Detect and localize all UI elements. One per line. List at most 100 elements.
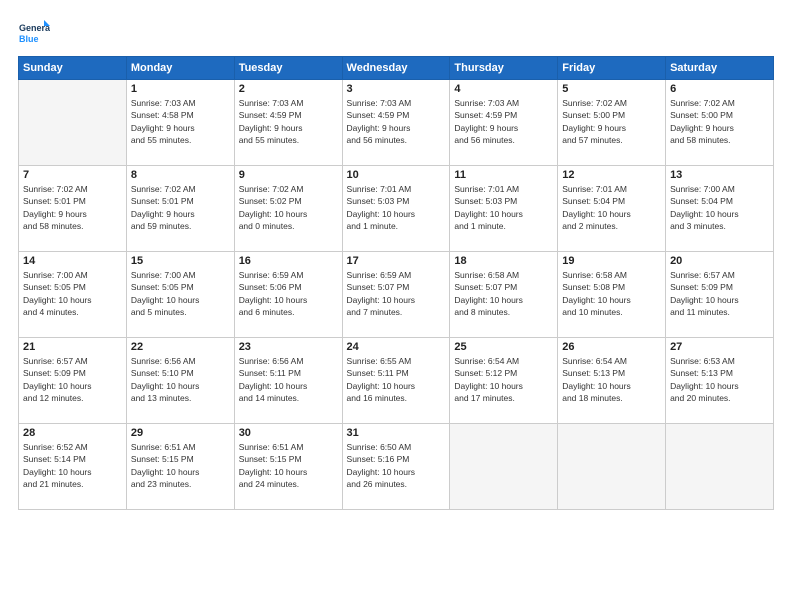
day-info: Sunrise: 6:59 AMSunset: 5:06 PMDaylight:… xyxy=(239,269,338,318)
day-info: Sunrise: 7:02 AMSunset: 5:01 PMDaylight:… xyxy=(131,183,230,232)
calendar-cell: 13 Sunrise: 7:00 AMSunset: 5:04 PMDayligh… xyxy=(666,166,774,252)
calendar-cell xyxy=(666,424,774,510)
calendar-cell: 4 Sunrise: 7:03 AMSunset: 4:59 PMDaylight… xyxy=(450,80,558,166)
calendar-cell: 29 Sunrise: 6:51 AMSunset: 5:15 PMDayligh… xyxy=(126,424,234,510)
day-number: 25 xyxy=(454,341,553,353)
logo-svg: General Blue xyxy=(18,18,50,50)
day-number: 18 xyxy=(454,255,553,267)
day-number: 22 xyxy=(131,341,230,353)
day-info: Sunrise: 6:58 AMSunset: 5:07 PMDaylight:… xyxy=(454,269,553,318)
day-number: 28 xyxy=(23,427,122,439)
calendar-cell: 10Sunrise: 7:01 AMSunset: 5:03 PMDayligh… xyxy=(342,166,450,252)
calendar-cell: 8Sunrise: 7:02 AMSunset: 5:01 PMDaylight… xyxy=(126,166,234,252)
calendar-cell: 21 Sunrise: 6:57 AMSunset: 5:09 PMDayligh… xyxy=(19,338,127,424)
calendar-week-2: 7 Sunrise: 7:02 AMSunset: 5:01 PMDaylight… xyxy=(19,166,774,252)
calendar-cell: 31Sunrise: 6:50 AMSunset: 5:16 PMDayligh… xyxy=(342,424,450,510)
day-number: 4 xyxy=(454,83,553,95)
calendar-cell xyxy=(19,80,127,166)
day-number: 9 xyxy=(239,169,338,181)
day-info: Sunrise: 6:53 AMSunset: 5:13 PMDaylight:… xyxy=(670,355,769,404)
day-number: 21 xyxy=(23,341,122,353)
day-info: Sunrise: 7:02 AMSunset: 5:00 PMDaylight:… xyxy=(562,97,661,146)
calendar-cell: 28 Sunrise: 6:52 AMSunset: 5:14 PMDayligh… xyxy=(19,424,127,510)
day-number: 29 xyxy=(131,427,230,439)
svg-text:Blue: Blue xyxy=(19,34,39,44)
day-info: Sunrise: 6:59 AMSunset: 5:07 PMDaylight:… xyxy=(347,269,446,318)
day-number: 17 xyxy=(347,255,446,267)
day-info: Sunrise: 6:54 AMSunset: 5:13 PMDaylight:… xyxy=(562,355,661,404)
day-number: 15 xyxy=(131,255,230,267)
calendar-cell: 25Sunrise: 6:54 AMSunset: 5:12 PMDayligh… xyxy=(450,338,558,424)
weekday-header-thursday: Thursday xyxy=(450,57,558,80)
day-number: 31 xyxy=(347,427,446,439)
weekday-header-saturday: Saturday xyxy=(666,57,774,80)
calendar-week-1: 1 Sunrise: 7:03 AMSunset: 4:58 PMDaylight… xyxy=(19,80,774,166)
day-number: 27 xyxy=(670,341,769,353)
calendar-cell: 24Sunrise: 6:55 AMSunset: 5:11 PMDayligh… xyxy=(342,338,450,424)
day-info: Sunrise: 7:01 AMSunset: 5:03 PMDaylight:… xyxy=(347,183,446,232)
weekday-header-wednesday: Wednesday xyxy=(342,57,450,80)
calendar-cell: 14 Sunrise: 7:00 AMSunset: 5:05 PMDayligh… xyxy=(19,252,127,338)
calendar-table: SundayMondayTuesdayWednesdayThursdayFrid… xyxy=(18,56,774,510)
day-info: Sunrise: 6:58 AMSunset: 5:08 PMDaylight:… xyxy=(562,269,661,318)
day-info: Sunrise: 7:03 AMSunset: 4:58 PMDaylight:… xyxy=(131,97,230,146)
day-info: Sunrise: 6:57 AMSunset: 5:09 PMDaylight:… xyxy=(23,355,122,404)
day-number: 30 xyxy=(239,427,338,439)
day-info: Sunrise: 6:52 AMSunset: 5:14 PMDaylight:… xyxy=(23,441,122,490)
day-number: 16 xyxy=(239,255,338,267)
calendar-cell: 1 Sunrise: 7:03 AMSunset: 4:58 PMDaylight… xyxy=(126,80,234,166)
day-info: Sunrise: 7:03 AMSunset: 4:59 PMDaylight:… xyxy=(239,97,338,146)
calendar-cell: 22 Sunrise: 6:56 AMSunset: 5:10 PMDayligh… xyxy=(126,338,234,424)
calendar-cell: 5 Sunrise: 7:02 AMSunset: 5:00 PMDaylight… xyxy=(558,80,666,166)
calendar-cell: 16 Sunrise: 6:59 AMSunset: 5:06 PMDayligh… xyxy=(234,252,342,338)
day-info: Sunrise: 6:57 AMSunset: 5:09 PMDaylight:… xyxy=(670,269,769,318)
day-number: 13 xyxy=(670,169,769,181)
day-number: 2 xyxy=(239,83,338,95)
calendar-cell: 6 Sunrise: 7:02 AMSunset: 5:00 PMDaylight… xyxy=(666,80,774,166)
day-info: Sunrise: 6:51 AMSunset: 5:15 PMDaylight:… xyxy=(131,441,230,490)
calendar-header: SundayMondayTuesdayWednesdayThursdayFrid… xyxy=(19,57,774,80)
calendar-cell: 19Sunrise: 6:58 AMSunset: 5:08 PMDayligh… xyxy=(558,252,666,338)
calendar-page: General Blue SundayMondayTuesdayWednesda… xyxy=(0,0,792,612)
day-number: 6 xyxy=(670,83,769,95)
calendar-cell xyxy=(450,424,558,510)
calendar-cell: 17 Sunrise: 6:59 AMSunset: 5:07 PMDayligh… xyxy=(342,252,450,338)
day-number: 3 xyxy=(347,83,446,95)
weekday-header-friday: Friday xyxy=(558,57,666,80)
day-info: Sunrise: 7:02 AMSunset: 5:01 PMDaylight:… xyxy=(23,183,122,232)
header: General Blue xyxy=(18,18,774,50)
day-number: 14 xyxy=(23,255,122,267)
calendar-week-4: 21 Sunrise: 6:57 AMSunset: 5:09 PMDayligh… xyxy=(19,338,774,424)
weekday-header-monday: Monday xyxy=(126,57,234,80)
day-number: 5 xyxy=(562,83,661,95)
weekday-header-tuesday: Tuesday xyxy=(234,57,342,80)
day-number: 11 xyxy=(454,169,553,181)
calendar-cell: 3 Sunrise: 7:03 AMSunset: 4:59 PMDaylight… xyxy=(342,80,450,166)
day-info: Sunrise: 6:56 AMSunset: 5:11 PMDaylight:… xyxy=(239,355,338,404)
day-number: 20 xyxy=(670,255,769,267)
day-number: 12 xyxy=(562,169,661,181)
weekday-row: SundayMondayTuesdayWednesdayThursdayFrid… xyxy=(19,57,774,80)
calendar-cell: 2 Sunrise: 7:03 AMSunset: 4:59 PMDaylight… xyxy=(234,80,342,166)
calendar-cell: 7 Sunrise: 7:02 AMSunset: 5:01 PMDaylight… xyxy=(19,166,127,252)
day-number: 24 xyxy=(347,341,446,353)
day-number: 26 xyxy=(562,341,661,353)
calendar-cell: 9 Sunrise: 7:02 AMSunset: 5:02 PMDaylight… xyxy=(234,166,342,252)
calendar-week-3: 14 Sunrise: 7:00 AMSunset: 5:05 PMDayligh… xyxy=(19,252,774,338)
day-info: Sunrise: 7:00 AMSunset: 5:04 PMDaylight:… xyxy=(670,183,769,232)
day-info: Sunrise: 7:02 AMSunset: 5:02 PMDaylight:… xyxy=(239,183,338,232)
calendar-cell: 18 Sunrise: 6:58 AMSunset: 5:07 PMDayligh… xyxy=(450,252,558,338)
calendar-cell: 20 Sunrise: 6:57 AMSunset: 5:09 PMDayligh… xyxy=(666,252,774,338)
day-info: Sunrise: 7:00 AMSunset: 5:05 PMDaylight:… xyxy=(131,269,230,318)
day-number: 1 xyxy=(131,83,230,95)
day-info: Sunrise: 7:02 AMSunset: 5:00 PMDaylight:… xyxy=(670,97,769,146)
day-info: Sunrise: 6:56 AMSunset: 5:10 PMDaylight:… xyxy=(131,355,230,404)
day-info: Sunrise: 7:03 AMSunset: 4:59 PMDaylight:… xyxy=(454,97,553,146)
day-number: 7 xyxy=(23,169,122,181)
calendar-cell: 27 Sunrise: 6:53 AMSunset: 5:13 PMDayligh… xyxy=(666,338,774,424)
day-info: Sunrise: 7:03 AMSunset: 4:59 PMDaylight:… xyxy=(347,97,446,146)
weekday-header-sunday: Sunday xyxy=(19,57,127,80)
day-info: Sunrise: 7:00 AMSunset: 5:05 PMDaylight:… xyxy=(23,269,122,318)
day-info: Sunrise: 6:51 AMSunset: 5:15 PMDaylight:… xyxy=(239,441,338,490)
calendar-cell: 23Sunrise: 6:56 AMSunset: 5:11 PMDayligh… xyxy=(234,338,342,424)
